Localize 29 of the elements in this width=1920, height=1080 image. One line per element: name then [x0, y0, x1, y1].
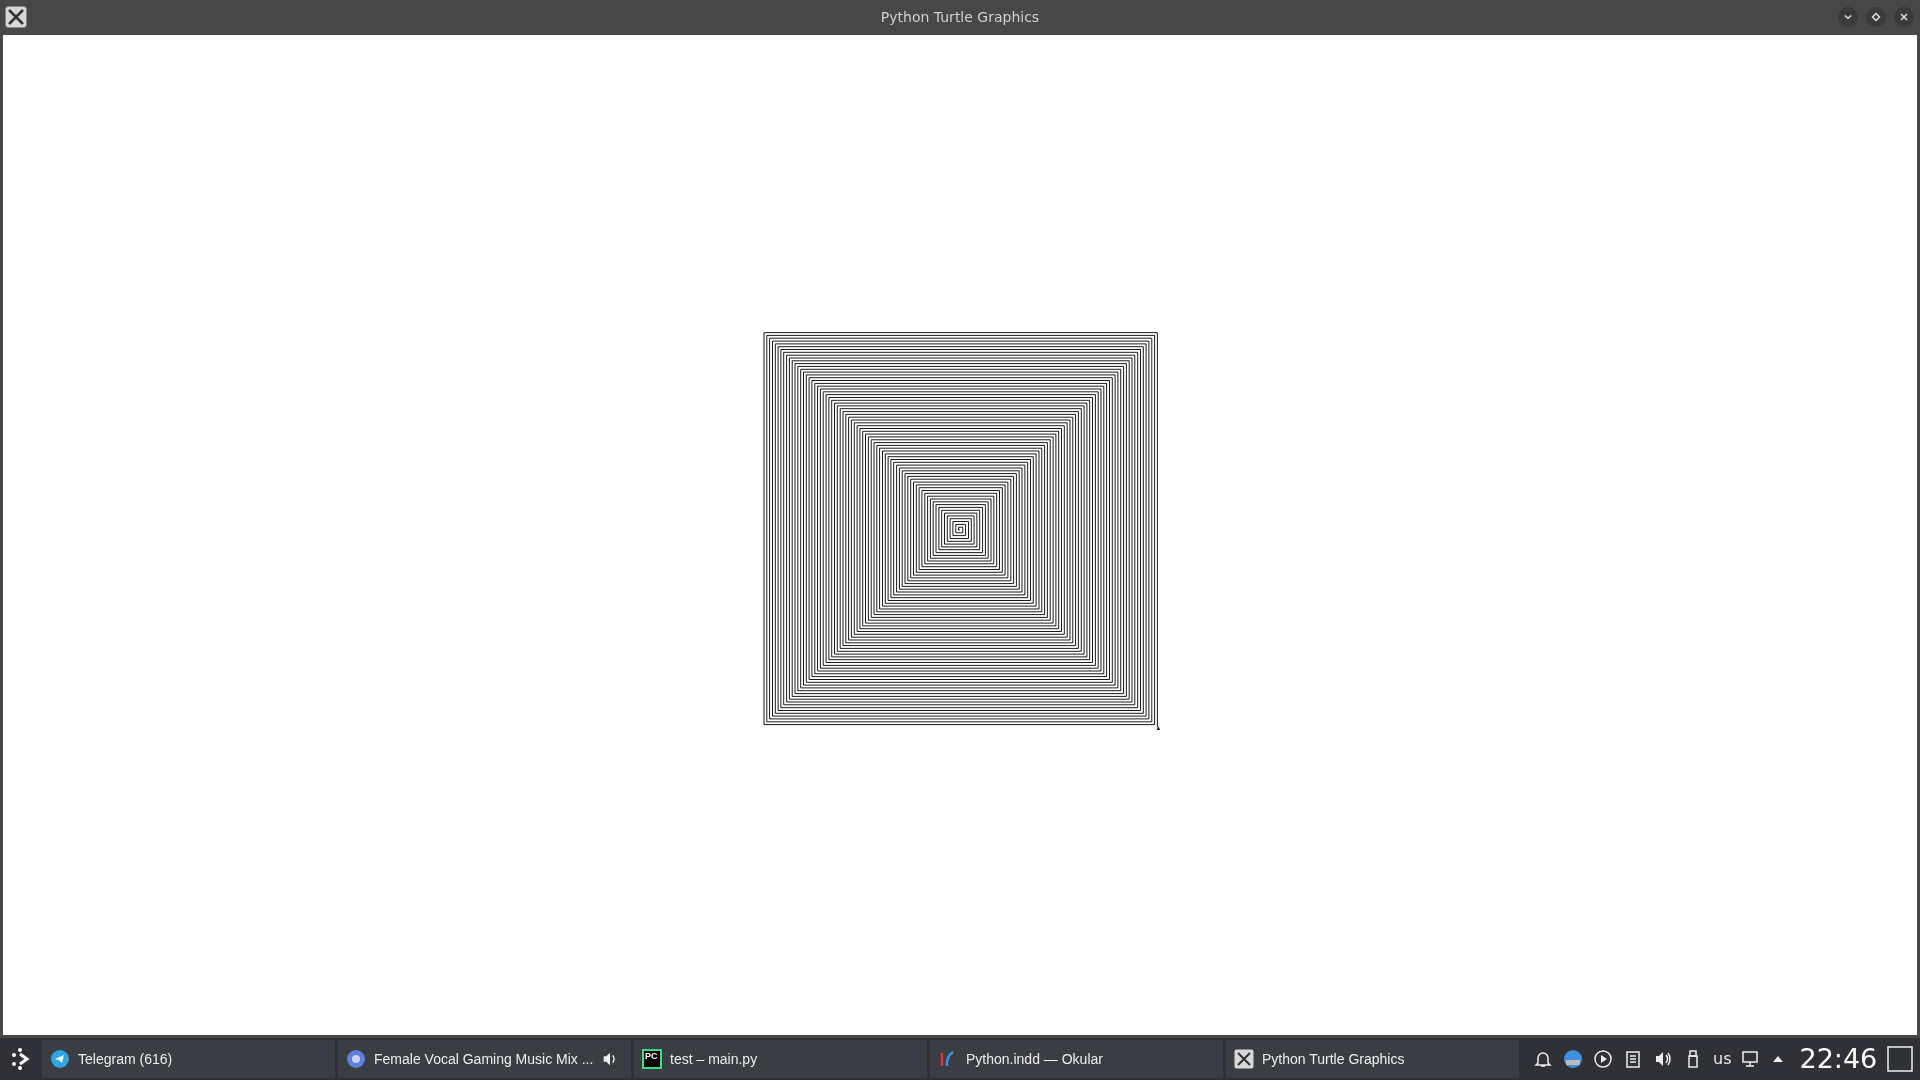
task-label: Female Vocal Gaming Music Mix ... — [374, 1049, 594, 1069]
paper-plane-icon — [50, 1049, 70, 1069]
ide-icon: PC — [642, 1049, 662, 1069]
task-button[interactable]: Python.indd — Okular — [930, 1040, 1223, 1078]
task-label: Python.indd — Okular — [966, 1049, 1103, 1069]
close-icon — [1899, 12, 1909, 22]
diamond-icon — [1871, 12, 1881, 22]
status-circle-icon[interactable] — [1563, 1049, 1583, 1069]
bell-icon[interactable] — [1533, 1049, 1553, 1069]
task-button[interactable]: Female Vocal Gaming Music Mix ... — [338, 1040, 631, 1078]
maximize-button[interactable] — [1866, 7, 1886, 27]
x-logo-icon — [5, 6, 27, 28]
task-label: Python Turtle Graphics — [1262, 1049, 1405, 1069]
chevron-down-icon — [1843, 12, 1853, 22]
task-button[interactable]: PC test – main.py — [634, 1040, 927, 1078]
clock[interactable]: 22:46 — [1799, 1038, 1878, 1080]
task-label: test – main.py — [670, 1049, 758, 1069]
window-title: Python Turtle Graphics — [880, 7, 1040, 27]
clipboard-icon[interactable] — [1623, 1049, 1643, 1069]
task-button[interactable]: Telegram (616) — [42, 1040, 335, 1078]
task-button[interactable]: Python Turtle Graphics — [1226, 1040, 1519, 1078]
minimize-button[interactable] — [1838, 7, 1858, 27]
close-button[interactable] — [1894, 7, 1914, 27]
task-label: Telegram (616) — [78, 1049, 173, 1069]
x-logo-icon — [1234, 1049, 1254, 1069]
play-icon[interactable] — [1593, 1049, 1613, 1069]
keyboard-layout[interactable]: us — [1713, 1047, 1732, 1071]
globe-icon — [346, 1049, 366, 1069]
show-desktop-icon[interactable] — [1887, 1046, 1914, 1072]
